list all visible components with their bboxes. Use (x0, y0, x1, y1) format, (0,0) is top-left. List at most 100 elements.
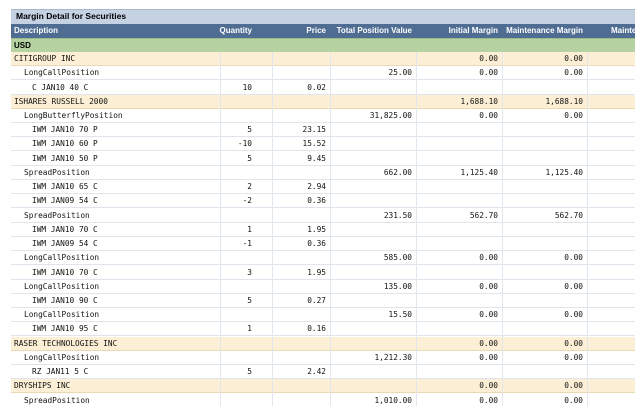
row-description: IWM JAN10 70 C (32, 224, 98, 234)
row-price: 23.15 (302, 125, 326, 135)
row-quantity: 1 (247, 224, 252, 234)
row-description: IWM JAN10 65 C (32, 182, 98, 192)
row-description: SpreadPosition (24, 167, 90, 177)
row-initial-margin: 0.00 (479, 110, 498, 120)
row-quantity: 5 (247, 295, 252, 305)
row-quantity: 10 (242, 82, 252, 92)
row-price: 9.45 (307, 153, 326, 163)
column-divider (330, 52, 331, 406)
row-maintenance-margin: 1,688.10 (545, 96, 583, 106)
row-total-position-value: 1,010.00 (374, 395, 412, 405)
row-description: IWM JAN10 60 P (32, 139, 98, 149)
row-initial-margin: 1,688.10 (460, 96, 498, 106)
row-total-position-value: 1,212.30 (374, 352, 412, 362)
row-quantity: 3 (247, 267, 252, 277)
row-price: 2.94 (307, 182, 326, 192)
row-total-position-value: 135.00 (383, 281, 412, 291)
column-divider (502, 52, 503, 406)
panel-title: Margin Detail for Securities (16, 11, 127, 21)
row-initial-margin: 562.70 (469, 210, 498, 220)
row-maintenance-margin: 0.00 (564, 54, 583, 63)
option-leg-row[interactable]: IWM JAN10 70 C 1 1.95 (11, 222, 635, 237)
currency-group-row: USD (11, 38, 635, 53)
option-leg-row[interactable]: IWM JAN09 54 C -1 0.36 (11, 237, 635, 251)
row-maintenance-margin: 0.00 (564, 395, 583, 405)
position-row[interactable]: LongButterflyPosition 31,825.00 0.00 0.00 (11, 108, 635, 123)
column-header-maintenance-truncated[interactable]: Mainte (611, 26, 635, 35)
option-leg-row[interactable]: IWM JAN10 70 P 5 23.15 (11, 123, 635, 138)
row-initial-margin: 0.00 (479, 395, 498, 405)
position-row[interactable]: SpreadPosition 662.00 1,125.40 1,125.40 (11, 165, 635, 180)
column-divider (416, 52, 417, 406)
row-total-position-value: 31,825.00 (369, 110, 412, 120)
row-description: LongCallPosition (24, 310, 100, 320)
row-price: 1.95 (307, 224, 326, 234)
row-maintenance-margin: 0.00 (564, 253, 583, 263)
security-row[interactable]: DRYSHIPS INC 0.00 0.00 (11, 379, 635, 394)
row-description: IWM JAN09 54 C (32, 239, 98, 248)
row-price: 2.42 (307, 367, 326, 377)
row-description: SpreadPosition (24, 210, 90, 220)
row-price: 1.95 (307, 267, 326, 277)
security-row[interactable]: CITIGROUP INC 0.00 0.00 (11, 52, 635, 66)
row-description: LongButterflyPosition (24, 110, 123, 120)
position-row[interactable]: LongCallPosition 585.00 0.00 0.00 (11, 251, 635, 266)
row-description: RASER TECHNOLOGIES INC (14, 338, 118, 348)
position-row[interactable]: LongCallPosition 25.00 0.00 0.00 (11, 66, 635, 81)
row-maintenance-margin: 0.00 (564, 68, 583, 78)
row-description: ISHARES RUSSELL 2000 (14, 96, 108, 106)
option-leg-row[interactable]: C JAN10 40 C 10 0.02 (11, 80, 635, 95)
row-description: IWM JAN10 95 C (32, 324, 98, 334)
position-row[interactable]: LongCallPosition 135.00 0.00 0.00 (11, 279, 635, 294)
position-row[interactable]: LongCallPosition 1,212.30 0.00 0.00 (11, 350, 635, 365)
row-initial-margin: 0.00 (479, 352, 498, 362)
column-header-maintenance-margin[interactable]: Maintenance Margin (506, 26, 583, 35)
option-leg-row[interactable]: IWM JAN10 50 P 5 9.45 (11, 151, 635, 166)
row-total-position-value: 15.50 (388, 310, 412, 320)
security-row[interactable]: ISHARES RUSSELL 2000 1,688.10 1,688.10 (11, 94, 635, 109)
currency-label: USD (14, 41, 31, 50)
row-description: LongCallPosition (24, 68, 100, 78)
column-divider (272, 52, 273, 406)
row-quantity: -2 (242, 196, 252, 206)
position-row[interactable]: SpreadPosition 1,010.00 0.00 0.00 (11, 393, 635, 406)
row-price: 0.02 (307, 82, 326, 92)
row-description: CITIGROUP INC (14, 54, 76, 63)
option-leg-row[interactable]: IWM JAN10 65 C 2 2.94 (11, 180, 635, 195)
column-header-total-position-value[interactable]: Total Position Value (337, 26, 412, 35)
option-leg-row[interactable]: IWM JAN10 60 P -10 15.52 (11, 137, 635, 152)
row-description: IWM JAN10 70 C (32, 267, 98, 277)
table-header: Description Quantity Price Total Positio… (11, 24, 635, 38)
column-header-quantity[interactable]: Quantity (220, 26, 252, 35)
row-quantity: -10 (237, 139, 252, 149)
margin-detail-panel: Margin Detail for Securities Description… (0, 0, 635, 406)
option-leg-row[interactable]: IWM JAN09 54 C -2 0.36 (11, 194, 635, 209)
panel-title-bar: Margin Detail for Securities (11, 9, 635, 25)
security-row[interactable]: RASER TECHNOLOGIES INC 0.00 0.00 (11, 336, 635, 351)
row-description: LongCallPosition (24, 281, 100, 291)
position-row[interactable]: LongCallPosition 15.50 0.00 0.00 (11, 308, 635, 323)
row-price: 15.52 (302, 139, 326, 149)
column-header-price[interactable]: Price (306, 26, 326, 35)
row-maintenance-margin: 0.00 (564, 110, 583, 120)
column-header-initial-margin[interactable]: Initial Margin (449, 26, 498, 35)
row-description: LongCallPosition (24, 253, 100, 263)
row-description: C JAN10 40 C (32, 82, 89, 92)
column-header-description[interactable]: Description (14, 26, 58, 35)
position-row[interactable]: SpreadPosition 231.50 562.70 562.70 (11, 208, 635, 223)
row-initial-margin: 0.00 (479, 54, 498, 63)
row-quantity: 2 (247, 182, 252, 192)
row-quantity: -1 (242, 239, 252, 248)
row-maintenance-margin: 1,125.40 (545, 167, 583, 177)
option-leg-row[interactable]: IWM JAN10 90 C 5 0.27 (11, 293, 635, 308)
option-leg-row[interactable]: IWM JAN10 95 C 1 0.16 (11, 322, 635, 337)
row-quantity: 5 (247, 153, 252, 163)
row-description: LongCallPosition (24, 352, 100, 362)
row-initial-margin: 0.00 (479, 310, 498, 320)
row-total-position-value: 662.00 (383, 167, 412, 177)
option-leg-row[interactable]: RZ JAN11 5 C 5 2.42 (11, 365, 635, 380)
row-maintenance-margin: 562.70 (554, 210, 583, 220)
row-initial-margin: 0.00 (479, 338, 498, 348)
option-leg-row[interactable]: IWM JAN10 70 C 3 1.95 (11, 265, 635, 280)
row-quantity: 5 (247, 125, 252, 135)
